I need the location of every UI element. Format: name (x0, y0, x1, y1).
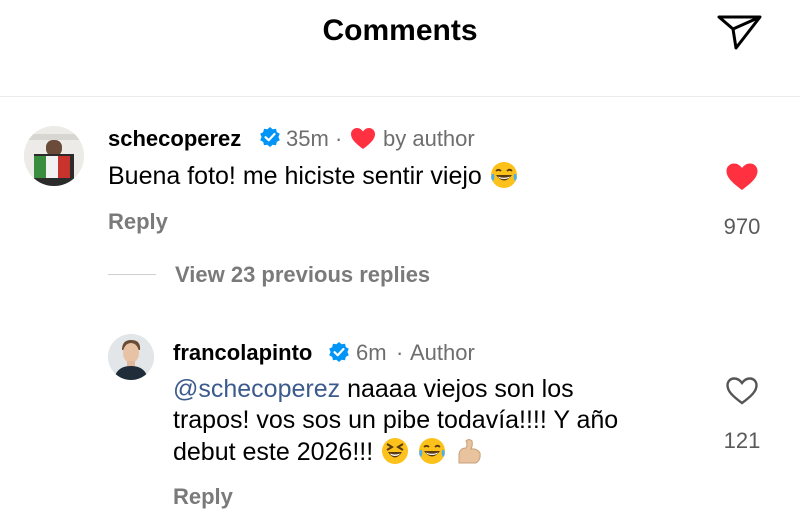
paper-plane-icon[interactable] (714, 12, 764, 52)
laughing-tears-emoji (417, 436, 447, 474)
reply-text-line-2: trapos! vos sos un pibe todavía!!!! Y añ… (173, 406, 619, 434)
reply-text-part: debut este 2026!!! (173, 438, 381, 466)
author-heart-icon (350, 127, 376, 156)
comment-username[interactable]: schecoperez (108, 126, 241, 152)
meta-separator: · (396, 340, 404, 365)
squinting-laugh-emoji (380, 436, 410, 474)
comment-timestamp: 35m (286, 126, 329, 151)
avatar[interactable] (24, 126, 84, 186)
like-heart-outline-icon[interactable] (725, 376, 759, 411)
comment-text-content: Buena foto! me hiciste sentir viejo (108, 162, 482, 190)
reply-button[interactable]: Reply (173, 484, 233, 510)
mention-link[interactable]: @schecoperez (173, 375, 340, 403)
author-label: Author (410, 340, 475, 365)
verified-badge-icon (259, 126, 281, 148)
view-previous-replies-button[interactable]: View 23 previous replies (175, 262, 430, 288)
verified-badge-icon (328, 341, 350, 363)
laughing-tears-emoji (489, 160, 519, 198)
like-count: 970 (723, 214, 761, 239)
reply-text-part: naaaa viejos son los (340, 375, 574, 403)
reply-timestamp: 6m (356, 340, 387, 365)
reply-username[interactable]: francolapinto (173, 340, 312, 366)
reply-text-line-3: debut este 2026!!! (173, 436, 484, 474)
by-author-label: by author (383, 126, 475, 151)
flexed-biceps-emoji (454, 436, 484, 474)
reply-text-line-1: @schecoperez naaaa viejos son los (173, 374, 574, 405)
replies-divider (108, 274, 156, 275)
comment-text: Buena foto! me hiciste sentir viejo (108, 160, 519, 198)
comments-header: Comments (0, 0, 800, 97)
page-title: Comments (322, 14, 478, 47)
meta-separator: · (335, 126, 343, 151)
like-count: 121 (723, 428, 761, 453)
like-heart-icon[interactable] (725, 162, 759, 197)
avatar[interactable] (108, 334, 154, 380)
reply-button[interactable]: Reply (108, 209, 168, 235)
